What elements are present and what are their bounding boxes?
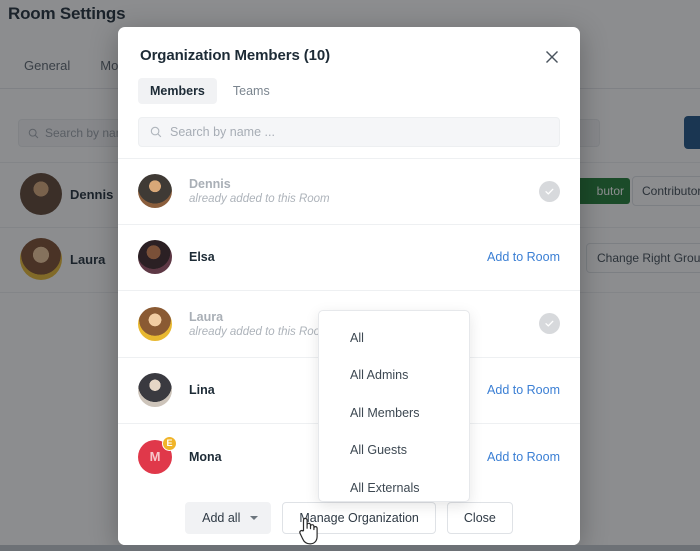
avatar-image <box>138 240 172 275</box>
menu-item-all-externals[interactable]: All Externals <box>319 469 469 507</box>
member-search-placeholder: Search by name ... <box>170 125 275 139</box>
list-item[interactable]: Elsa Add to Room <box>118 225 580 291</box>
menu-item-all-guests[interactable]: All Guests <box>319 432 469 470</box>
member-info: Mona <box>189 450 222 464</box>
search-icon <box>150 126 162 138</box>
member-name: Laura <box>189 309 224 324</box>
chevron-down-icon[interactable] <box>250 515 259 520</box>
avatar <box>138 306 172 341</box>
member-info: Lina <box>189 383 215 397</box>
tab-members[interactable]: Members <box>138 78 217 104</box>
member-search-input[interactable]: Search by name ... <box>138 117 560 147</box>
check-glyph <box>545 320 554 327</box>
row-action: Add to Room <box>487 381 560 399</box>
check-icon <box>539 180 560 202</box>
menu-item-all-admins[interactable]: All Admins <box>319 357 469 395</box>
bottom-strip <box>0 545 700 551</box>
member-info: Elsa <box>189 250 215 264</box>
add-to-room-link[interactable]: Add to Room <box>487 250 560 264</box>
avatar: M E <box>138 435 177 474</box>
row-action: Add to Room <box>487 248 560 266</box>
close-icon[interactable] <box>540 45 564 69</box>
add-to-room-link[interactable]: Add to Room <box>487 450 560 464</box>
close-glyph <box>546 51 558 63</box>
dialog-title: Organization Members (10) <box>140 47 331 64</box>
member-status-text: already added to this Room <box>189 325 330 338</box>
menu-item-all-members[interactable]: All Members <box>319 394 469 432</box>
avatar <box>138 373 172 408</box>
add-to-room-link[interactable]: Add to Room <box>487 383 560 397</box>
tab-teams[interactable]: Teams <box>221 78 282 104</box>
row-action: Add to Room <box>487 448 560 466</box>
check-icon <box>539 313 560 335</box>
dialog-tabbar: Members Teams <box>118 64 580 104</box>
member-info: Laura already added to this Room <box>189 310 330 338</box>
add-all-label: Add all <box>202 510 241 525</box>
avatar-image <box>138 174 172 209</box>
member-name: Mona <box>189 449 222 464</box>
screen-root: Room Settings General Mod Search by name… <box>0 0 700 551</box>
dialog-header: Organization Members (10) <box>118 27 580 64</box>
member-name: Dennis <box>189 177 231 192</box>
check-glyph <box>545 188 554 195</box>
row-action <box>539 180 560 202</box>
add-all-button[interactable]: Add all <box>185 501 272 534</box>
avatar <box>138 174 172 209</box>
menu-item-all[interactable]: All <box>319 319 469 357</box>
list-item[interactable]: Dennis already added to this Room <box>118 158 580 225</box>
avatar <box>138 240 172 275</box>
member-name: Elsa <box>189 250 215 265</box>
member-status-text: already added to this Room <box>189 193 330 206</box>
external-badge: E <box>162 435 177 451</box>
add-all-dropdown-menu[interactable]: All All Admins All Members All Guests Al… <box>318 310 470 502</box>
avatar-image <box>138 373 172 408</box>
avatar-image <box>138 306 172 341</box>
member-info: Dennis already added to this Room <box>189 177 330 205</box>
row-action <box>539 313 560 335</box>
member-name: Lina <box>189 383 215 398</box>
